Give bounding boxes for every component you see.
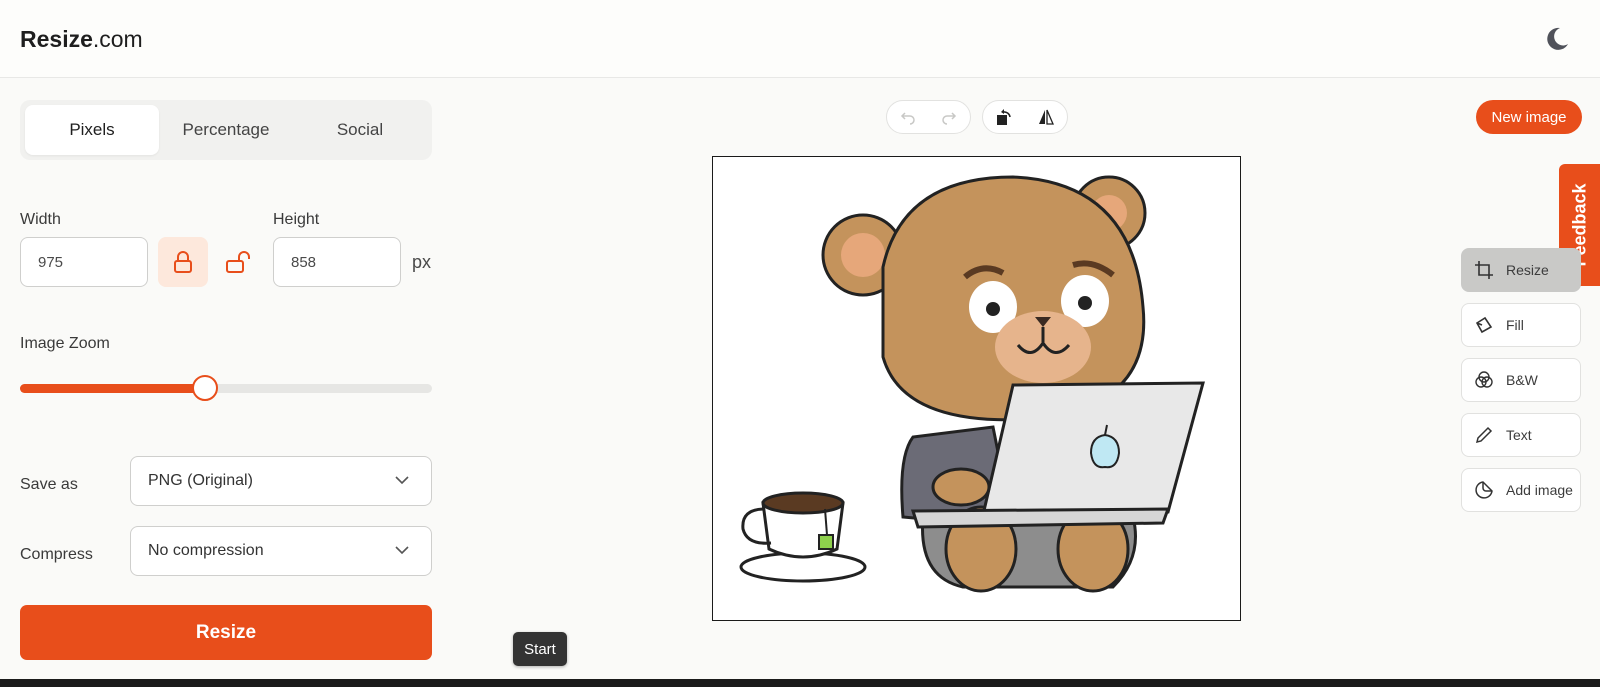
fill-icon	[1475, 316, 1493, 334]
image-zoom-fill	[20, 384, 206, 393]
tool-fill[interactable]: Fill	[1461, 303, 1581, 347]
logo[interactable]: Resize.com	[20, 26, 143, 53]
tool-add-image[interactable]: Add image	[1461, 468, 1581, 512]
compress-value: No compression	[148, 542, 264, 559]
tab-pixels[interactable]: Pixels	[25, 105, 159, 155]
redo-button[interactable]	[929, 101, 971, 133]
transform-toolbar	[982, 100, 1068, 134]
unlock-icon	[226, 251, 250, 273]
image-zoom-label: Image Zoom	[20, 335, 110, 352]
save-as-value: PNG (Original)	[148, 472, 253, 489]
sticker-icon	[1475, 481, 1493, 499]
moon-icon	[1547, 27, 1568, 50]
compress-label: Compress	[20, 546, 93, 563]
tool-resize[interactable]: Resize	[1461, 248, 1581, 292]
bear-laptop-image	[739, 175, 1205, 593]
width-label: Width	[20, 211, 61, 228]
height-label: Height	[273, 211, 320, 228]
tool-text[interactable]: Text	[1461, 413, 1581, 457]
undo-button[interactable]	[887, 101, 929, 133]
mode-tabs: Pixels Percentage Social	[20, 100, 432, 160]
save-as-select[interactable]: PNG (Original)	[130, 456, 432, 506]
dark-mode-toggle[interactable]	[1543, 25, 1571, 53]
chevron-down-icon	[395, 476, 409, 485]
lock-aspect-button[interactable]	[158, 237, 208, 287]
height-input[interactable]: 858	[273, 237, 401, 287]
width-input[interactable]: 975	[20, 237, 148, 287]
image-canvas[interactable]	[712, 156, 1241, 621]
rotate-button[interactable]	[983, 101, 1025, 133]
chevron-down-icon	[395, 546, 409, 555]
bw-circles-icon	[1475, 371, 1493, 388]
new-image-button[interactable]: New image	[1476, 100, 1582, 134]
compress-select[interactable]: No compression	[130, 526, 432, 576]
top-bar: Resize.com	[0, 0, 1600, 78]
pencil-icon	[1475, 426, 1493, 444]
image-zoom-handle[interactable]	[192, 375, 219, 401]
flip-button[interactable]	[1025, 101, 1067, 133]
resize-button[interactable]: Resize	[20, 605, 432, 660]
save-as-label: Save as	[20, 476, 78, 493]
redo-icon	[942, 112, 957, 125]
flip-icon	[1039, 109, 1054, 125]
tool-bw[interactable]: B&W	[1461, 358, 1581, 402]
rotate-icon	[997, 109, 1011, 125]
unit-label: px	[412, 252, 432, 272]
tab-percentage[interactable]: Percentage	[159, 105, 293, 155]
crop-icon	[1475, 261, 1493, 279]
undo-icon	[900, 112, 915, 125]
history-toolbar	[886, 100, 971, 134]
unlock-aspect-button[interactable]	[213, 237, 263, 287]
lock-icon	[174, 251, 192, 273]
start-button[interactable]: Start	[513, 632, 567, 666]
image-zoom-slider[interactable]	[20, 375, 432, 401]
bottom-strip	[0, 679, 1600, 687]
tab-social[interactable]: Social	[293, 105, 427, 155]
